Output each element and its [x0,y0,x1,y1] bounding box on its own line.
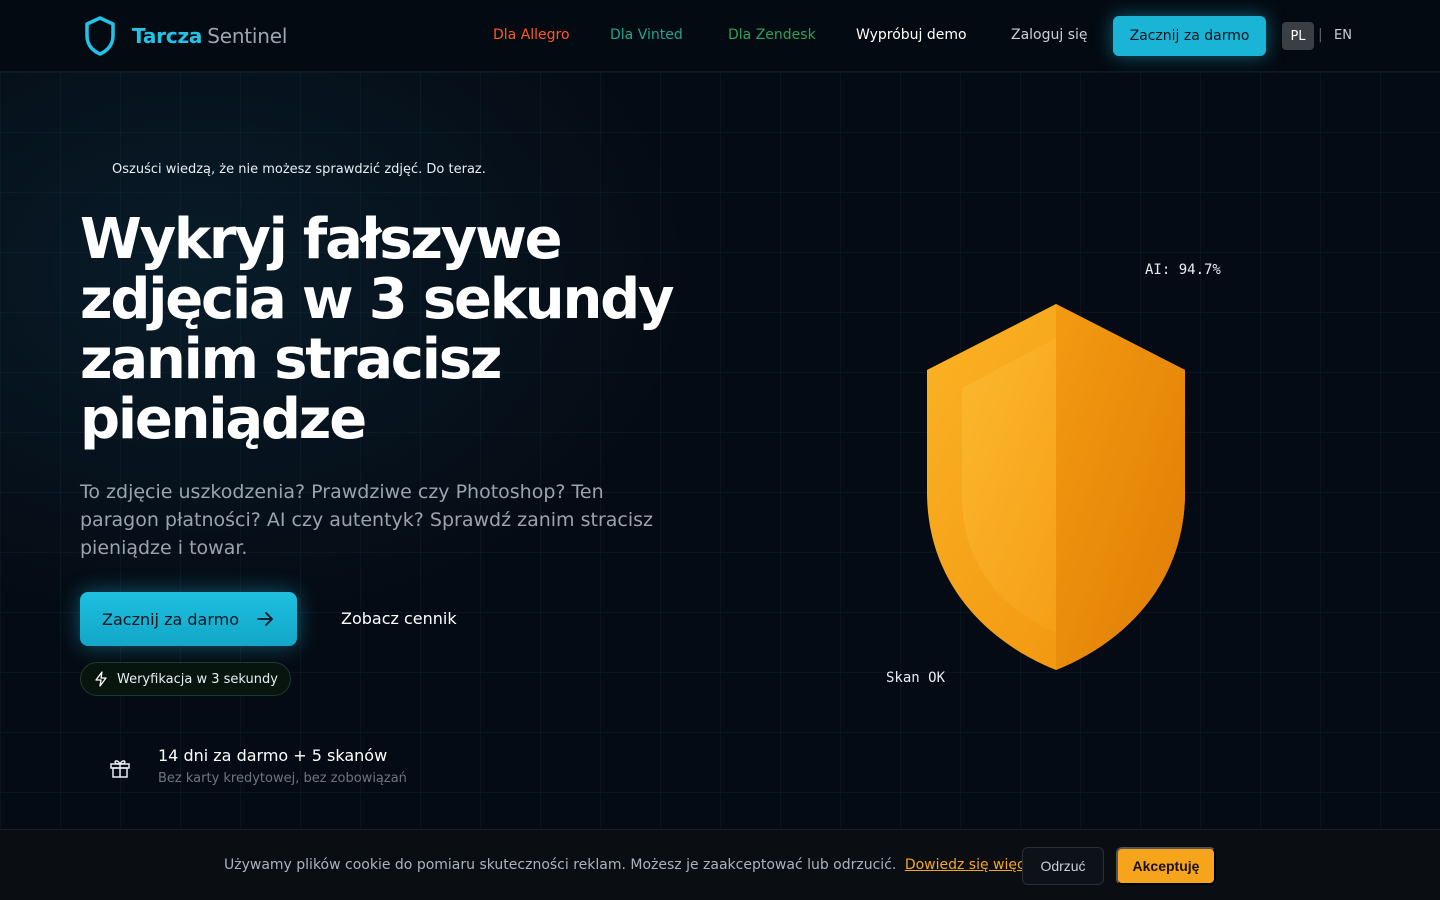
top-navigation: Tarcza Sentinel Dla Allegro Dla Vinted Dl… [0,0,1440,72]
brand-name-primary: Tarcza [132,24,203,48]
hero-tagline: Oszuści wiedzą, że nie możesz sprawdzić … [112,162,486,177]
language-separator: | [1318,27,1323,43]
cookie-message: Używamy plików cookie do pomiaru skutecz… [224,857,1037,873]
trial-title: 14 dni za darmo + 5 skanów [158,746,388,765]
brand-logo[interactable]: Tarcza Sentinel [84,16,287,56]
shield-icon [85,16,115,56]
brand-name-secondary: Sentinel [207,24,288,48]
verification-badge: Weryfikacja w 3 sekundy [80,662,291,696]
cookie-text: Używamy plików cookie do pomiaru skutecz… [224,857,897,873]
nav-start-free-button[interactable]: Zacznij za darmo [1113,16,1266,56]
hero-headline: Wykryj fałszywe zdjęcia w 3 sekundy zani… [80,210,700,450]
nav-link-vinted[interactable]: Dla Vinted [610,27,683,43]
hero-cta-label: Zacznij za darmo [102,609,239,629]
nav-link-zendesk[interactable]: Dla Zendesk [728,27,816,43]
shield-illustration [927,304,1185,670]
cookie-reject-button[interactable]: Odrzuć [1022,847,1104,885]
hero-subtitle: To zdjęcie uszkodzenia? Prawdziwe czy Ph… [80,481,653,559]
nav-link-login[interactable]: Zaloguj się [1011,27,1088,43]
lightning-icon [95,671,107,687]
badge-label: Weryfikacja w 3 sekundy [117,671,278,687]
headline-line: Wykryj fałszywe [80,207,563,272]
trial-text: 14 dni za darmo + 5 skanów Bez karty kre… [158,746,407,786]
language-pl-button[interactable]: PL [1282,22,1314,50]
nav-link-allegro[interactable]: Dla Allegro [493,27,570,43]
brand-name: Tarcza Sentinel [132,24,287,48]
gift-icon [110,760,130,778]
scan-status-label: Skan OK [886,670,946,686]
language-en-button[interactable]: EN [1334,28,1352,43]
cookie-learn-more-link[interactable]: Dowiedz się więcej [905,857,1037,873]
headline-line: zanim stracisz [80,327,503,392]
cookie-banner: Używamy plików cookie do pomiaru skutecz… [0,829,1440,900]
nav-link-demo[interactable]: Wypróbuj demo [856,27,967,43]
see-pricing-link[interactable]: Zobacz cennik [341,609,457,628]
headline-line: zdjęcia w 3 sekundy [80,267,675,332]
free-trial-info: 14 dni za darmo + 5 skanów Bez karty kre… [108,746,407,786]
headline-line: pieniądze [80,387,367,452]
trial-subtitle: Bez karty kredytowej, bez zobowiązań [158,771,407,786]
cookie-accept-button[interactable]: Akceptuję [1116,847,1216,885]
ai-score-label: AI: 94.7% [1145,262,1221,278]
hero-start-free-button[interactable]: Zacznij za darmo [80,592,297,646]
arrow-right-icon [257,612,273,626]
